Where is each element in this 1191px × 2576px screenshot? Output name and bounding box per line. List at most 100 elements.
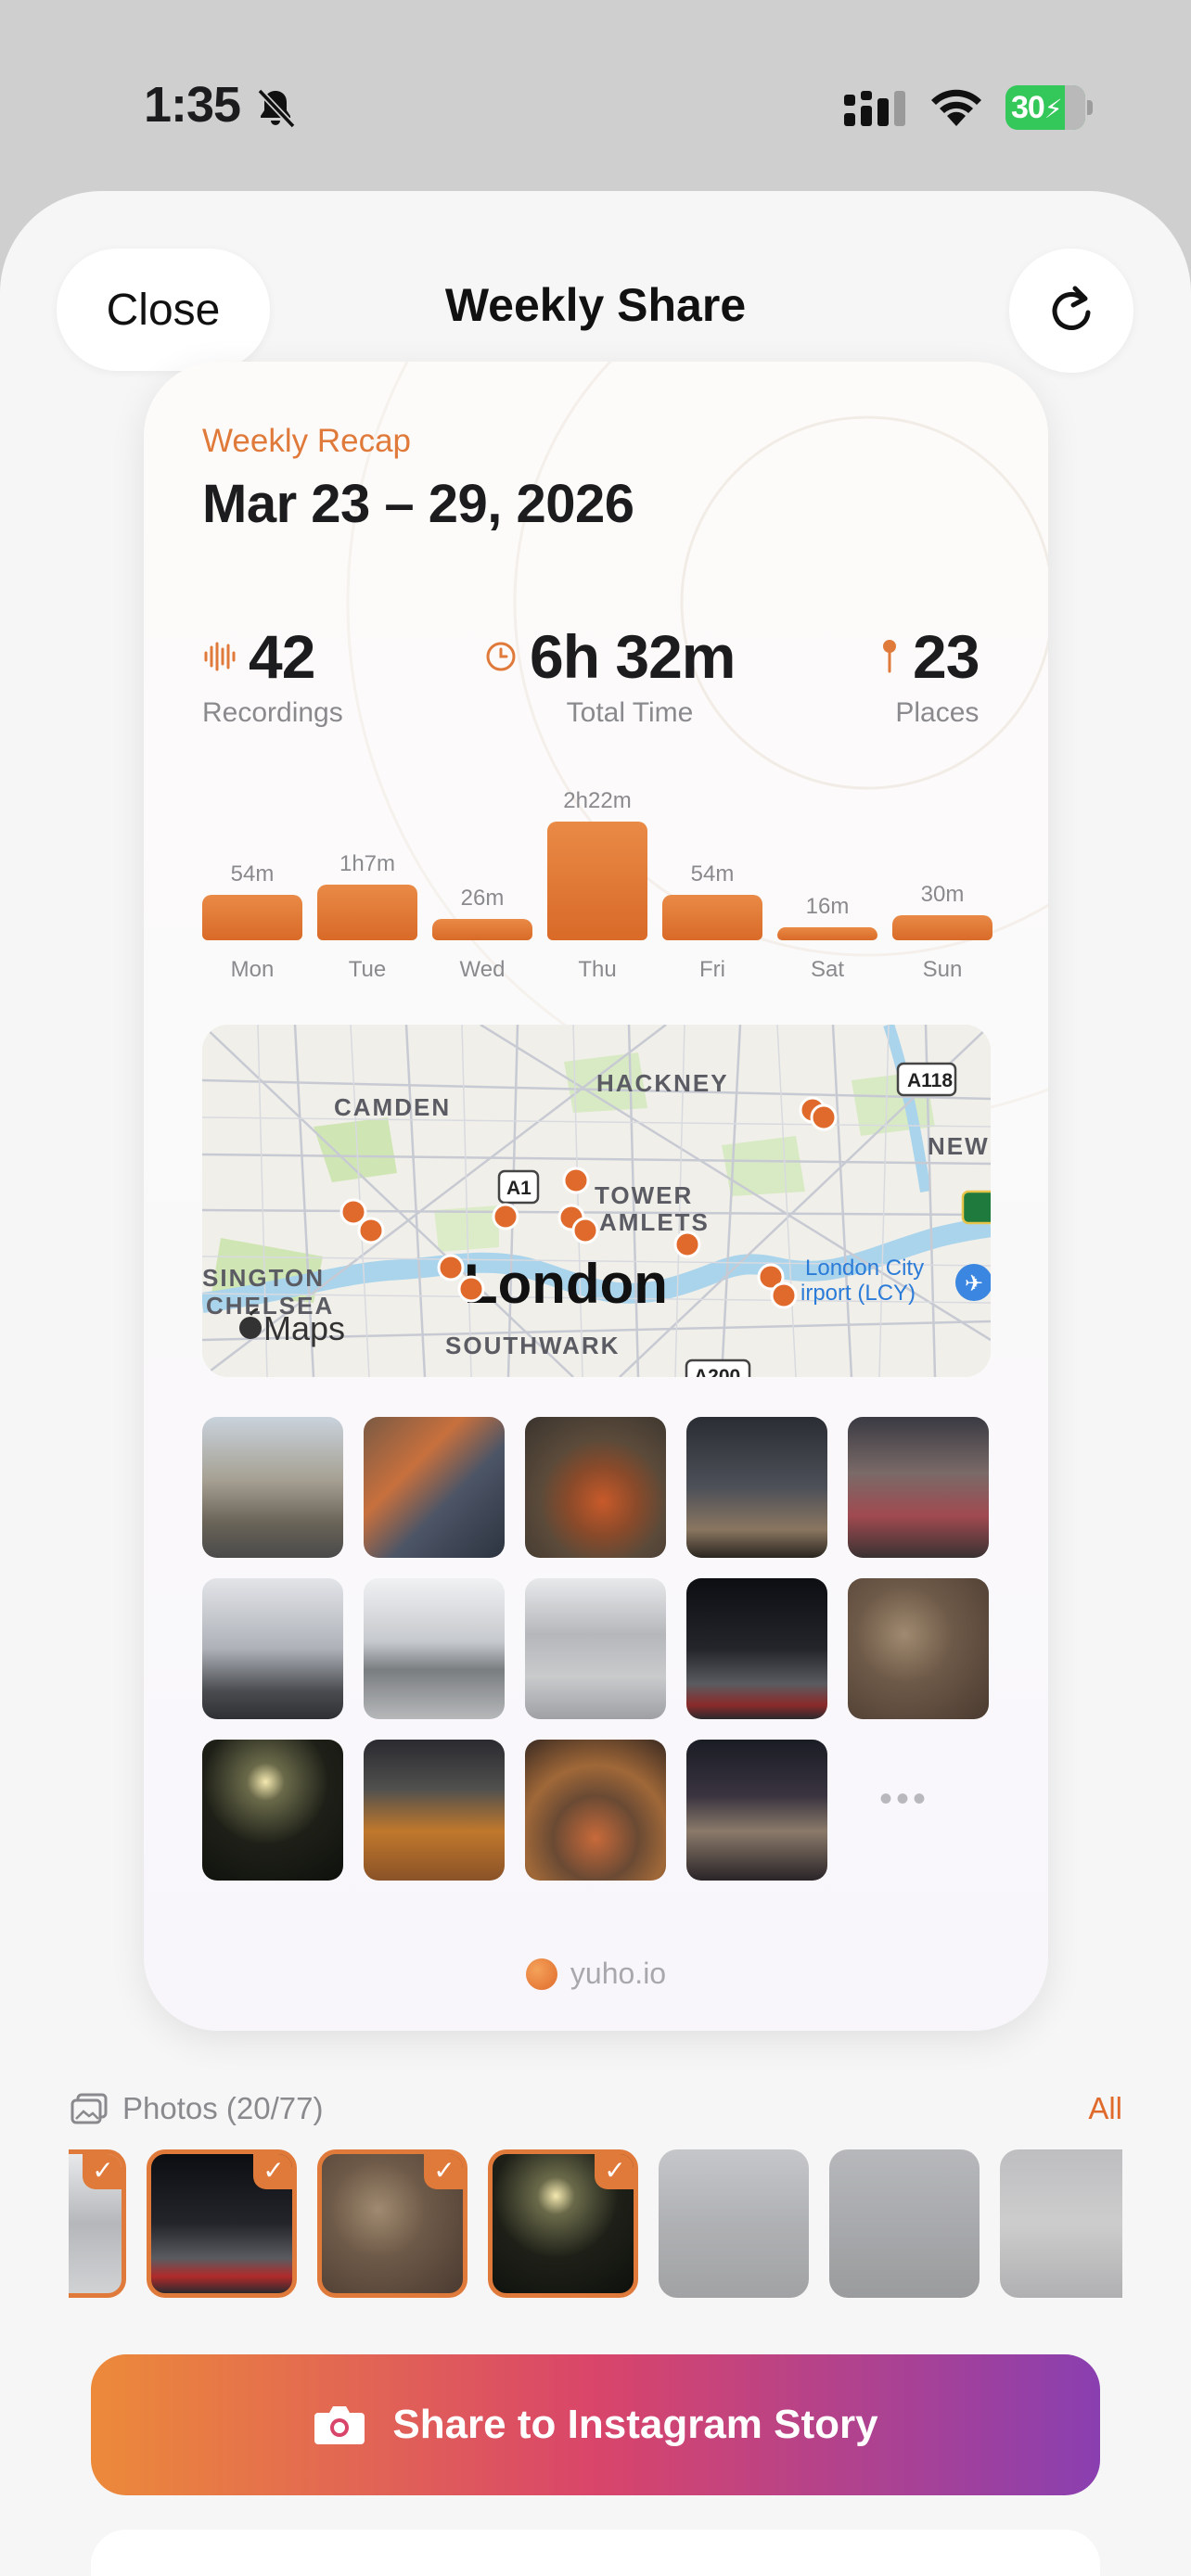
road-shield-a200: A200	[685, 1358, 751, 1377]
waveform-icon	[204, 642, 236, 671]
status-bar: 1:35 30⚡	[0, 0, 1191, 185]
photo-thumb[interactable]	[686, 1578, 827, 1719]
bar-value-label: 54m	[230, 861, 275, 886]
check-icon: ✓	[424, 2154, 463, 2189]
weekly-recap-card: Weekly Recap Mar 23 – 29, 2026 42 Record…	[144, 362, 1048, 2031]
photo-thumb[interactable]	[686, 1417, 827, 1558]
bar-column-thu: 2h22m Thu	[547, 770, 647, 982]
refresh-icon	[1052, 286, 1091, 330]
secondary-action-card[interactable]	[91, 2530, 1100, 2576]
pin-icon	[883, 640, 896, 673]
check-icon: ✓	[83, 2154, 122, 2189]
photo-thumb[interactable]	[202, 1740, 343, 1881]
recap-label: Weekly Recap	[202, 423, 412, 459]
battery-icon: 30⚡	[1005, 85, 1095, 130]
select-all-link[interactable]: All	[1088, 2091, 1122, 2126]
map-label-camden: CAMDEN	[334, 1093, 451, 1121]
map-label-kensington: SINGTON	[202, 1264, 325, 1292]
map-label-airport-2: irport (LCY)	[800, 1281, 916, 1306]
bell-slash-icon	[257, 88, 296, 129]
map-label-newham: NEWH	[928, 1132, 991, 1160]
photo-picker-item[interactable]	[659, 2149, 809, 2298]
photos-icon	[70, 2093, 108, 2124]
photo-thumb[interactable]	[525, 1417, 666, 1558]
total-time-value: 6h 32m	[530, 622, 736, 691]
map-label-tower: TOWER	[595, 1181, 693, 1209]
svg-text:A118: A118	[907, 1070, 953, 1091]
bar-column-fri: 54m Fri	[662, 770, 762, 982]
bar-value-label: 30m	[920, 882, 965, 907]
bar-column-tue: 1h7m Tue	[317, 770, 417, 982]
close-button[interactable]: Close	[57, 249, 270, 371]
bar-wed	[432, 919, 532, 940]
sheet-title: Weekly Share	[444, 279, 747, 331]
photo-thumb[interactable]	[202, 1578, 343, 1719]
bar-value-label: 54m	[690, 861, 735, 886]
photos-header: Photos (20/77)	[70, 2091, 323, 2126]
bar-column-mon: 54m Mon	[202, 770, 302, 982]
clock-icon	[486, 642, 516, 671]
map-canvas: HACKNEY CAMDEN NEWH TOWER AMLETS SINGTON…	[202, 1025, 991, 1377]
brand-url: yuho.io	[570, 1957, 667, 1990]
svg-text:✈: ✈	[965, 1271, 983, 1296]
photo-picker-item[interactable]	[829, 2149, 980, 2298]
bar-day-label: Fri	[699, 957, 725, 982]
svg-text:A200: A200	[694, 1366, 740, 1377]
recordings-label: Recordings	[202, 697, 343, 728]
share-button-label: Share to Instagram Story	[392, 2402, 878, 2447]
photo-picker-item[interactable]: ✓	[69, 2149, 126, 2298]
stat-total-time: 6h 32m Total Time	[485, 621, 763, 729]
bar-column-sun: 30m Sun	[892, 770, 992, 982]
bar-column-sat: 16m Sat	[777, 770, 877, 982]
map-label-london: London	[464, 1253, 668, 1315]
bar-day-label: Sun	[922, 957, 963, 982]
map-attribution: Maps	[263, 1309, 345, 1347]
photo-thumb[interactable]	[525, 1740, 666, 1881]
road-shield-a118: A118	[896, 1062, 957, 1097]
places-count: 23	[913, 622, 980, 691]
bar-sat	[777, 927, 877, 940]
bar-fri	[662, 895, 762, 940]
more-photos-indicator[interactable]: •••	[879, 1779, 929, 1820]
battery-level: 30	[1011, 90, 1045, 125]
photo-thumb[interactable]	[364, 1417, 505, 1558]
refresh-button[interactable]	[1009, 249, 1133, 373]
photo-thumb[interactable]	[364, 1740, 505, 1881]
photo-thumb[interactable]	[686, 1740, 827, 1881]
brand-footer: yuho.io	[144, 1957, 1048, 1991]
bar-sun	[892, 915, 992, 940]
total-time-label: Total Time	[566, 697, 694, 728]
wifi-icon	[931, 89, 981, 126]
photo-thumb[interactable]	[202, 1417, 343, 1558]
bar-value-label: 16m	[805, 894, 850, 919]
photo-thumb[interactable]	[364, 1578, 505, 1719]
map-label-airport-1: London City	[805, 1256, 924, 1281]
check-icon: ✓	[595, 2154, 634, 2189]
photo-thumb[interactable]	[848, 1578, 989, 1719]
map-label-hamlets: AMLETS	[599, 1208, 710, 1236]
bar-day-label: Wed	[459, 957, 506, 982]
bar-mon	[202, 895, 302, 940]
check-icon: ✓	[253, 2154, 292, 2189]
date-range: Mar 23 – 29, 2026	[202, 474, 634, 534]
brand-logo-icon	[525, 1958, 557, 1990]
photo-picker-item[interactable]	[1000, 2149, 1122, 2298]
map-label-hackney: HACKNEY	[596, 1069, 729, 1097]
photo-picker-item[interactable]: ✓	[147, 2149, 297, 2298]
photo-picker-item[interactable]: ✓	[317, 2149, 467, 2298]
places-label: Places	[895, 697, 980, 728]
share-instagram-story-button[interactable]: Share to Instagram Story	[91, 2354, 1100, 2495]
photo-thumb[interactable]	[525, 1578, 666, 1719]
bar-day-label: Sat	[810, 957, 845, 982]
bar-value-label: 1h7m	[339, 851, 396, 876]
bar-day-label: Thu	[578, 957, 617, 982]
places-map[interactable]: HACKNEY CAMDEN NEWH TOWER AMLETS SINGTON…	[202, 1025, 991, 1377]
photo-thumb[interactable]	[848, 1417, 989, 1558]
bar-thu	[547, 822, 647, 940]
photo-picker-strip[interactable]: ✓ ✓ ✓ ✓	[69, 2149, 1122, 2298]
bar-day-label: Mon	[230, 957, 275, 982]
daily-duration-chart: 54m Mon 1h7m Tue 26m Wed 2h22m Thu 54m Fri 16m Sat 3…	[202, 770, 992, 982]
photo-picker-item[interactable]: ✓	[488, 2149, 638, 2298]
bar-value-label: 2h22m	[563, 788, 632, 813]
status-time: 1:35	[144, 77, 241, 133]
